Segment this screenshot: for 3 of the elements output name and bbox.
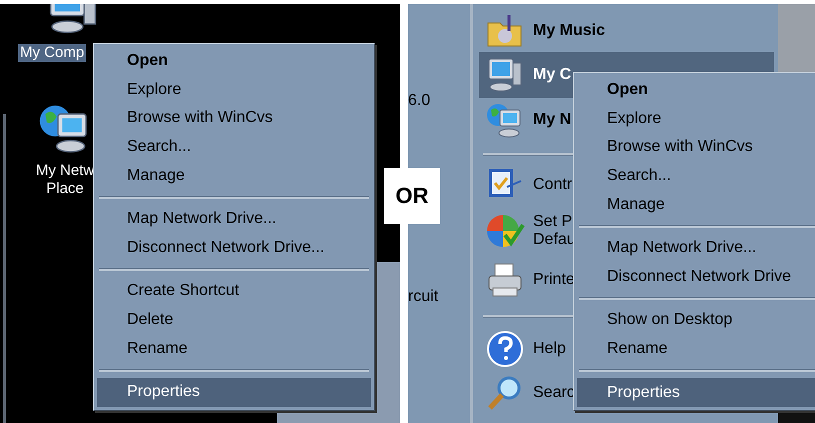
window-text: rcuit (408, 288, 438, 306)
or-label: OR (384, 168, 440, 224)
window-text: 6.0 (408, 92, 430, 110)
